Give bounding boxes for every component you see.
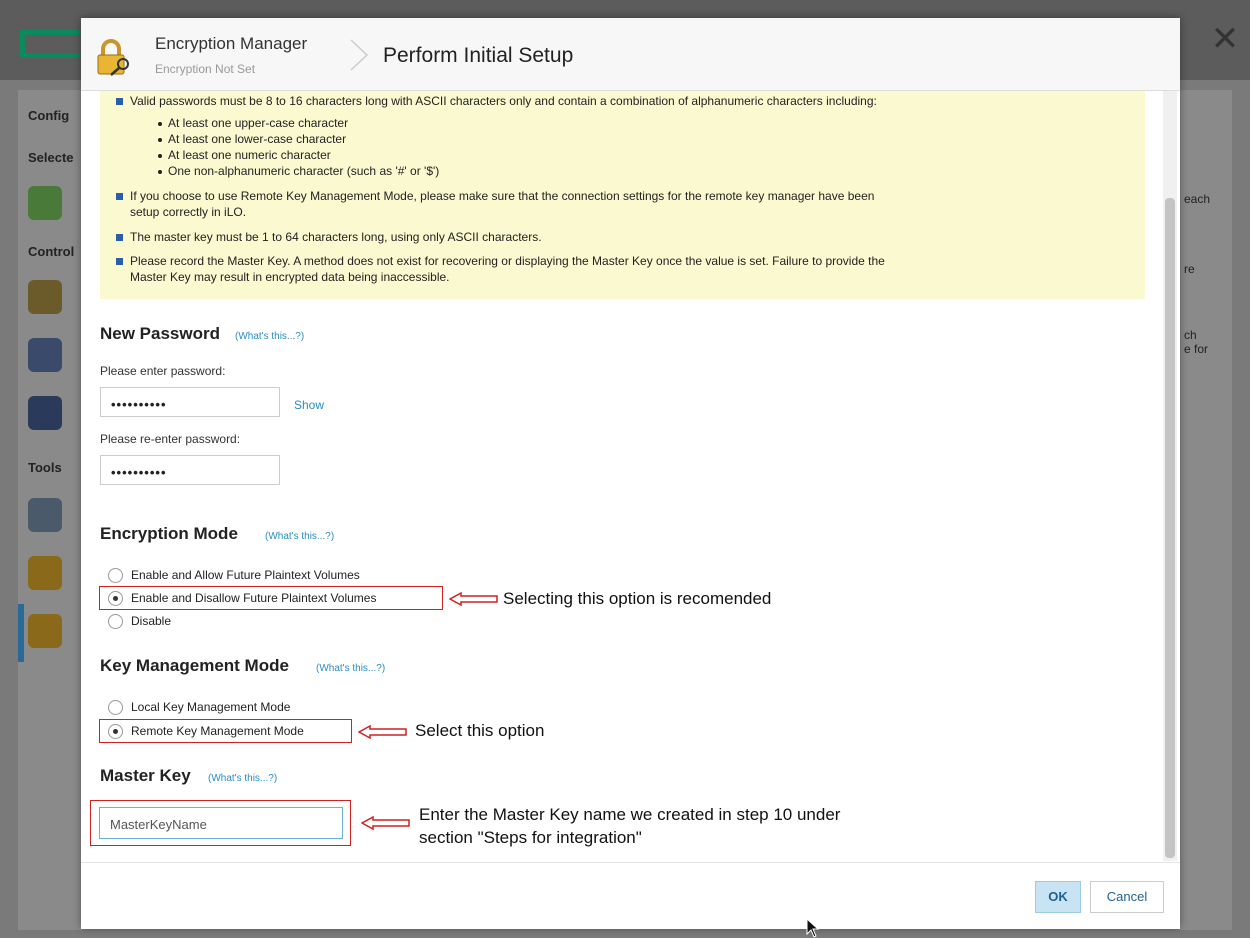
bg-right-text: re	[1184, 262, 1195, 276]
password-input[interactable]: ••••••••••	[100, 387, 280, 417]
sub-bullet-icon	[158, 170, 162, 174]
bg-array-icon	[28, 280, 62, 314]
note-bullet-icon	[116, 258, 123, 265]
radio-label: Enable and Allow Future Plaintext Volume…	[131, 568, 360, 582]
radio-allow-plaintext[interactable]	[108, 568, 123, 583]
master-key-input[interactable]: MasterKeyName	[99, 807, 343, 839]
radio-label: Local Key Management Mode	[131, 700, 291, 714]
page-title: Perform Initial Setup	[383, 44, 574, 67]
radio-label: Enable and Disallow Future Plaintext Vol…	[131, 591, 377, 605]
ok-button[interactable]: OK	[1035, 881, 1081, 913]
key-management-heading: Key Management Mode	[100, 656, 289, 675]
radio-remote-key-management[interactable]	[108, 724, 123, 739]
bg-label-selected: Selecte	[28, 150, 74, 165]
show-password-link[interactable]: Show	[294, 398, 324, 412]
brand-logo	[20, 30, 80, 58]
bg-label-config: Config	[28, 108, 70, 123]
note-subrule: One non-alphanumeric character (such as …	[168, 164, 440, 178]
radio-label: Remote Key Management Mode	[131, 724, 304, 738]
radio-disallow-plaintext[interactable]	[108, 591, 123, 606]
left-arrow-icon	[358, 724, 407, 740]
new-password-heading: New Password	[100, 324, 220, 343]
cancel-button[interactable]: Cancel	[1090, 881, 1164, 913]
sub-bullet-icon	[158, 122, 162, 126]
note-subrule: At least one lower-case character	[168, 132, 347, 146]
encryption-mode-heading: Encryption Mode	[100, 524, 238, 543]
requirements-notes: Valid passwords must be 8 to 16 characte…	[100, 91, 1145, 299]
radio-local-key-management[interactable]	[108, 700, 123, 715]
close-icon[interactable]: ✕	[1208, 22, 1242, 56]
note-subrule: At least one numeric character	[168, 148, 331, 162]
bg-label-tools: Tools	[28, 460, 62, 475]
bg-volume-icon	[28, 396, 62, 430]
new-password-help-link[interactable]: (What's this...?)	[235, 331, 304, 342]
note-bullet-icon	[116, 98, 123, 105]
master-key-annotation-cont: section "Steps for integration"	[419, 828, 642, 847]
dialog-footer: OK Cancel	[81, 862, 1180, 929]
perform-initial-setup-dialog: Encryption Manager Encryption Not Set Pe…	[81, 18, 1180, 929]
bg-right-text: each	[1184, 192, 1211, 206]
bg-drive-icon	[28, 338, 62, 372]
encryption-mode-annotation: Selecting this option is recomended	[503, 589, 772, 608]
dialog-header: Encryption Manager Encryption Not Set Pe…	[81, 18, 1180, 91]
bg-lock-icon-selected	[28, 614, 62, 648]
breadcrumb-chevron-icon	[350, 39, 369, 71]
key-management-annotation: Select this option	[415, 721, 545, 740]
note-remote-key-cont: setup correctly in iLO.	[130, 205, 247, 219]
bg-label-controllers: Control	[28, 244, 75, 259]
radio-label: Disable	[131, 614, 172, 628]
encryption-mode-help-link[interactable]: (What's this...?)	[265, 531, 334, 542]
confirm-password-input[interactable]: ••••••••••	[100, 455, 280, 485]
left-arrow-icon	[449, 591, 498, 607]
note-password-rule: Valid passwords must be 8 to 16 characte…	[130, 94, 877, 108]
background-right-panel	[1180, 90, 1232, 930]
mouse-cursor-icon	[806, 918, 820, 938]
reenter-password-label: Please re-enter password:	[100, 432, 241, 446]
key-management-help-link[interactable]: (What's this...?)	[316, 663, 385, 674]
encryption-status: Encryption Not Set	[155, 62, 256, 76]
note-master-key-rule: The master key must be 1 to 64 character…	[130, 230, 542, 244]
note-bullet-icon	[116, 193, 123, 200]
note-subrule: At least one upper-case character	[168, 116, 349, 130]
bg-tool-icon	[28, 498, 62, 532]
sub-bullet-icon	[158, 154, 162, 158]
master-key-heading: Master Key	[100, 766, 191, 785]
enter-password-label: Please enter password:	[100, 364, 226, 378]
radio-disable[interactable]	[108, 614, 123, 629]
lock-icon	[97, 39, 129, 76]
bg-right-text: ch e for	[1184, 328, 1209, 356]
master-key-help-link[interactable]: (What's this...?)	[208, 773, 277, 784]
sub-bullet-icon	[158, 138, 162, 142]
bg-selected-indicator	[18, 604, 24, 662]
note-bullet-icon	[116, 234, 123, 241]
scrollbar-thumb[interactable]	[1165, 198, 1175, 858]
note-record-master-key: Please record the Master Key. A method d…	[130, 254, 885, 268]
left-arrow-icon	[361, 815, 410, 831]
bg-lock-icon	[28, 556, 62, 590]
bg-controller-icon	[28, 186, 62, 220]
note-record-master-key-cont: Master Key may result in encrypted data …	[130, 270, 450, 284]
dialog-app-title: Encryption Manager	[155, 34, 308, 53]
master-key-annotation: Enter the Master Key name we created in …	[419, 805, 841, 824]
note-remote-key: If you choose to use Remote Key Manageme…	[130, 189, 875, 203]
